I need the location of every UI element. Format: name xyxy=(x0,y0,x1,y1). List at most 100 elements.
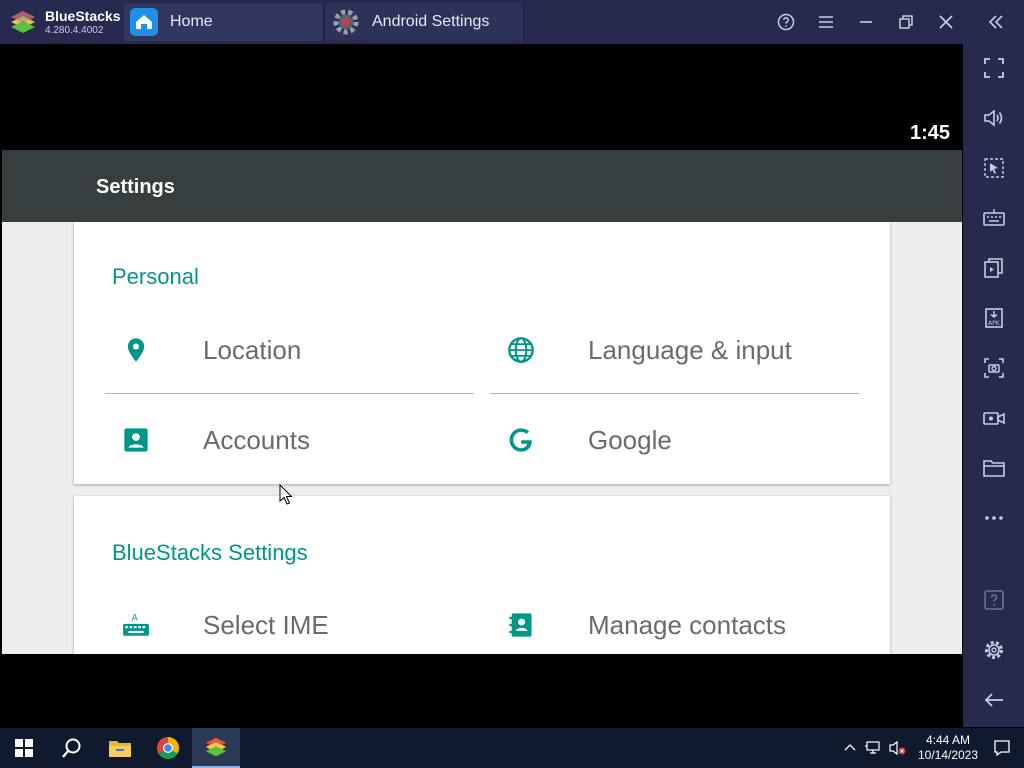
install-apk-icon: APK xyxy=(984,308,1003,328)
chrome-button[interactable] xyxy=(144,728,192,768)
settings-item-select-ime[interactable]: A Select IME xyxy=(122,600,329,650)
bluestacks-taskbar-button[interactable] xyxy=(192,728,240,768)
settings-item-language-input[interactable]: Language & input xyxy=(507,325,792,375)
clock-date[interactable]: 4:44 AM 10/14/2023 xyxy=(916,733,980,763)
globe-icon xyxy=(507,336,535,364)
notification-icon xyxy=(994,740,1010,757)
settings-app-bar: Settings xyxy=(2,150,962,222)
file-explorer-button[interactable] xyxy=(96,728,144,768)
search-icon xyxy=(62,738,81,758)
bluestacks-logo-icon xyxy=(205,737,227,757)
search-button[interactable] xyxy=(48,728,96,768)
volume-muted-icon xyxy=(889,740,906,756)
menu-button[interactable] xyxy=(806,0,846,44)
collapse-sidebar-button[interactable] xyxy=(976,0,1016,44)
sidebar-help-button[interactable] xyxy=(963,582,1024,618)
install-apk-button[interactable]: APK xyxy=(963,300,1024,336)
record-video-button[interactable] xyxy=(963,400,1024,436)
volume-icon xyxy=(983,109,1002,127)
system-tray: 4:44 AM 10/14/2023 xyxy=(838,728,1024,768)
section-header-personal: Personal xyxy=(112,264,199,289)
settings-item-label: Google xyxy=(588,424,672,455)
page-title: Settings xyxy=(96,176,175,198)
brand: BlueStacks 4.280.4.4002 xyxy=(0,0,124,44)
keyboard-icon: A xyxy=(122,611,150,639)
account-box-icon xyxy=(122,426,150,454)
title-bar: BlueStacks 4.280.4.4002 Home Android Set… xyxy=(0,0,1024,44)
chrome-icon xyxy=(157,737,179,759)
restore-button[interactable] xyxy=(886,0,926,44)
restore-icon xyxy=(899,15,913,29)
pointer-select-button[interactable] xyxy=(963,150,1024,186)
personal-section-card: Personal Location Language & input Accou… xyxy=(74,222,890,484)
minimize-button[interactable] xyxy=(846,0,886,44)
tab-home-label: Home xyxy=(170,13,213,30)
settings-item-label: Language & input xyxy=(588,334,792,365)
svg-text:A: A xyxy=(132,614,138,624)
close-button[interactable] xyxy=(926,0,966,44)
android-status-bar: 1:45 xyxy=(2,44,962,150)
settings-button[interactable] xyxy=(963,632,1024,668)
settings-item-manage-contacts[interactable]: Manage contacts xyxy=(507,600,786,650)
svg-text:APK: APK xyxy=(988,320,1001,327)
keyboard-controls-icon xyxy=(982,209,1005,226)
android-clock: 1:45 xyxy=(909,122,950,144)
multi-instance-button[interactable] xyxy=(963,250,1024,286)
settings-item-label: Location xyxy=(203,334,302,365)
keyboard-controls-button[interactable] xyxy=(963,200,1024,236)
settings-item-label: Select IME xyxy=(203,609,329,640)
volume-tray-button[interactable] xyxy=(886,728,910,768)
file-explorer-icon xyxy=(109,741,131,757)
back-button[interactable] xyxy=(963,682,1024,718)
taskbar-date: 10/14/2023 xyxy=(917,748,979,762)
section-header-bluestacks-settings: BlueStacks Settings xyxy=(112,540,308,565)
menu-icon xyxy=(819,16,833,28)
brand-version: 4.280.4.4002 xyxy=(45,24,104,36)
android-bottom-area xyxy=(0,654,963,727)
bluestacks-settings-section-card: BlueStacks Settings A Select IME Manage … xyxy=(74,496,890,654)
mouse-cursor-icon xyxy=(279,484,293,505)
more-button[interactable] xyxy=(963,500,1024,536)
taskbar-time: 4:44 AM xyxy=(925,733,971,747)
settings-item-label: Manage contacts xyxy=(588,609,787,640)
screenshot-button[interactable] xyxy=(963,350,1024,386)
windows-taskbar: 4:44 AM 10/14/2023 xyxy=(0,728,1024,768)
tab-android-settings-label: Android Settings xyxy=(372,13,490,30)
divider xyxy=(490,393,859,394)
minimize-icon xyxy=(860,21,872,23)
start-button[interactable] xyxy=(0,728,48,768)
fullscreen-button[interactable] xyxy=(963,50,1024,86)
tab-android-settings[interactable]: Android Settings xyxy=(326,3,524,41)
back-icon xyxy=(984,693,1003,707)
help-icon xyxy=(777,13,795,31)
home-icon xyxy=(130,8,158,36)
settings-content[interactable]: Personal Location Language & input Accou… xyxy=(2,222,962,654)
google-g-icon xyxy=(507,426,535,454)
folder-button[interactable] xyxy=(963,450,1024,486)
show-hidden-icons-button[interactable] xyxy=(838,728,862,768)
multi-instance-icon xyxy=(983,258,1003,278)
location-pin-icon xyxy=(122,336,150,364)
divider xyxy=(105,393,474,394)
help-icon xyxy=(983,590,1004,610)
settings-icon xyxy=(984,641,1003,659)
folder-icon xyxy=(982,460,1005,477)
close-icon xyxy=(939,15,953,29)
pointer-select-icon xyxy=(983,158,1004,178)
volume-button[interactable] xyxy=(963,100,1024,136)
tab-home[interactable]: Home xyxy=(124,3,324,41)
help-button[interactable] xyxy=(766,0,806,44)
fullscreen-icon xyxy=(983,58,1004,78)
settings-item-label: Accounts xyxy=(203,424,310,455)
network-button[interactable] xyxy=(862,728,886,768)
chevron-up-icon xyxy=(844,744,856,751)
bluestacks-sidebar: APK xyxy=(963,44,1024,727)
contacts-book-icon xyxy=(507,611,535,639)
settings-item-accounts[interactable]: Accounts xyxy=(122,415,310,465)
network-icon xyxy=(865,741,880,754)
brand-name: BlueStacks xyxy=(45,7,121,24)
action-center-button[interactable] xyxy=(980,728,1024,768)
settings-item-google[interactable]: Google xyxy=(507,415,672,465)
settings-item-location[interactable]: Location xyxy=(122,325,301,375)
collapse-sidebar-icon xyxy=(988,15,1003,29)
